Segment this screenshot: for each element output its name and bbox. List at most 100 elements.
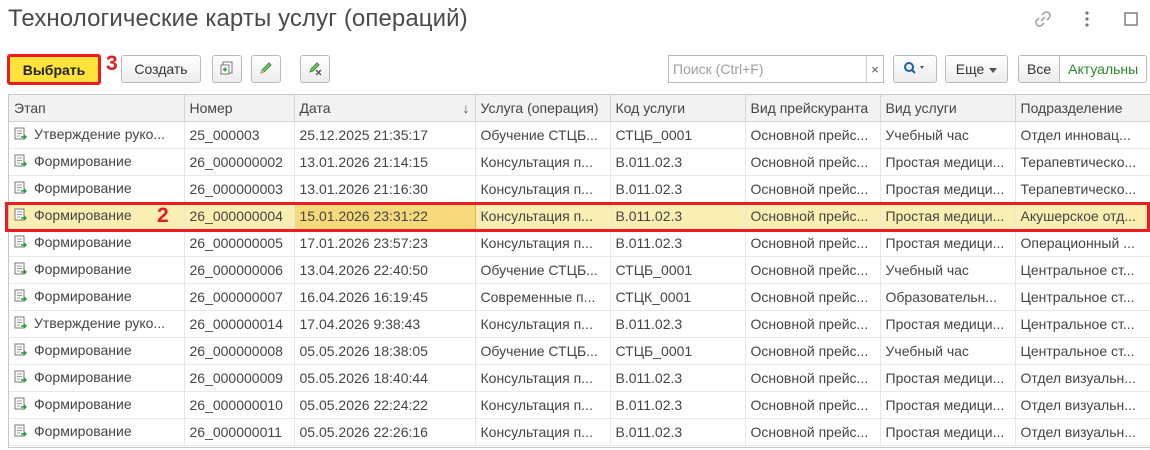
table-cell[interactable]: 26_000000007	[184, 283, 295, 311]
table-cell[interactable]: Обучение СТЦБ...	[475, 256, 611, 284]
table-cell[interactable]: Формирование	[9, 283, 185, 311]
table-cell[interactable]: 26_000000014	[184, 310, 295, 338]
table-cell[interactable]: Центральное ст...	[1015, 337, 1150, 365]
table-cell[interactable]: Образовательн...	[880, 283, 1016, 311]
add-copy-button[interactable]	[212, 55, 242, 83]
table-cell[interactable]: Формирование	[9, 175, 185, 203]
table-cell[interactable]: Консультация п...	[475, 391, 611, 419]
link-icon[interactable]	[1032, 8, 1054, 30]
table-cell[interactable]: Основной прейс...	[745, 148, 881, 176]
table-cell[interactable]: Основной прейс...	[745, 121, 881, 149]
table-row[interactable]: Формирование 26_000000010 05.05.2026 22:24…	[9, 391, 1150, 419]
table-cell[interactable]: Терапевтическо...	[1015, 148, 1150, 176]
search-input[interactable]	[669, 56, 866, 82]
table-row[interactable]: Утверждение руко... 25_000003 25.12.2025 2…	[9, 121, 1150, 149]
column-header[interactable]: Подразделение	[1015, 95, 1150, 122]
table-cell[interactable]: 25_000003	[184, 121, 295, 149]
table-cell[interactable]: Простая медици...	[880, 202, 1016, 230]
table-cell[interactable]: Консультация п...	[475, 310, 611, 338]
table-cell[interactable]: Формирование	[9, 148, 185, 176]
table-cell[interactable]: СТЦК_0001	[610, 283, 746, 311]
clear-search-icon[interactable]: ×	[866, 56, 883, 82]
table-cell[interactable]: 26_000000011	[184, 418, 295, 446]
table-cell[interactable]: Основной прейс...	[745, 256, 881, 284]
table-cell[interactable]: Формирование	[9, 391, 185, 419]
table-cell[interactable]: СТЦБ_0001	[610, 256, 746, 284]
table-cell[interactable]: Отдел визуальн...	[1015, 418, 1150, 446]
table-cell[interactable]: Акушерское отд...	[1015, 202, 1150, 230]
table-cell[interactable]: В.011.02.3	[610, 364, 746, 392]
table-cell[interactable]: Простая медици...	[880, 364, 1016, 392]
table-cell[interactable]: В.011.02.3	[610, 418, 746, 446]
table-cell[interactable]: Простая медици...	[880, 148, 1016, 176]
column-header[interactable]: Этап	[9, 95, 185, 122]
table-cell[interactable]: Формирование	[9, 418, 185, 446]
search-field[interactable]: ×	[668, 55, 884, 83]
table-cell[interactable]: Центральное ст...	[1015, 310, 1150, 338]
table-cell[interactable]: Основной прейс...	[745, 391, 881, 419]
table-cell[interactable]: Консультация п...	[475, 175, 611, 203]
table-cell[interactable]: Формирование	[9, 229, 185, 257]
table-cell[interactable]: Простая медици...	[880, 418, 1016, 446]
table-cell[interactable]: 17.01.2026 23:57:23	[294, 229, 476, 257]
column-header[interactable]: Услуга (операция)	[475, 95, 611, 122]
table-cell[interactable]: Формирование	[9, 364, 185, 392]
table-cell[interactable]: Консультация п...	[475, 202, 611, 230]
table-row[interactable]: Формирование 26_000000006 13.04.2026 22:40…	[9, 256, 1150, 284]
table-cell[interactable]: 05.05.2026 18:40:44	[294, 364, 476, 392]
table-cell[interactable]: Утверждение руко...	[9, 310, 185, 338]
table-cell[interactable]: Отдел инновац...	[1015, 121, 1150, 149]
table-cell[interactable]: 26_000000003	[184, 175, 295, 203]
edit-button[interactable]	[251, 55, 281, 83]
table-cell[interactable]: Терапевтическо...	[1015, 175, 1150, 203]
table-cell[interactable]: Основной прейс...	[745, 310, 881, 338]
table-cell[interactable]: Отдел визуальн...	[1015, 364, 1150, 392]
table-row[interactable]: Формирование 26_000000009 05.05.2026 18:40…	[9, 364, 1150, 392]
table-cell[interactable]: Формирование	[9, 256, 185, 284]
table-cell[interactable]: Центральное ст...	[1015, 283, 1150, 311]
table-row[interactable]: Формирование 26_000000008 05.05.2026 18:38…	[9, 337, 1150, 365]
create-button[interactable]: Создать	[121, 55, 201, 83]
table-cell[interactable]: 26_000000008	[184, 337, 295, 365]
table-cell[interactable]: В.011.02.3	[610, 391, 746, 419]
table-cell[interactable]: В.011.02.3	[610, 148, 746, 176]
table-cell[interactable]: Основной прейс...	[745, 229, 881, 257]
table-cell[interactable]: Учебный час	[880, 337, 1016, 365]
table-row[interactable]: Формирование 26_000000004 15.01.2026 23:31…	[9, 202, 1150, 230]
table-cell[interactable]: Учебный час	[880, 121, 1016, 149]
table-cell[interactable]: В.011.02.3	[610, 175, 746, 203]
table-cell[interactable]: Обучение СТЦБ...	[475, 337, 611, 365]
column-header[interactable]: Код услуги	[610, 95, 746, 122]
more-vertical-icon[interactable]	[1076, 8, 1098, 30]
column-header-date[interactable]: Дата ↓	[294, 95, 476, 122]
table-row[interactable]: Формирование 26_000000005 17.01.2026 23:57…	[9, 229, 1150, 257]
table-cell[interactable]: 13.04.2026 22:40:50	[294, 256, 476, 284]
table-cell[interactable]: Современные п...	[475, 283, 611, 311]
table-cell[interactable]: Консультация п...	[475, 418, 611, 446]
table-cell[interactable]: 15.01.2026 23:31:22	[293, 202, 476, 230]
table-cell[interactable]: 13.01.2026 21:14:15	[294, 148, 476, 176]
table-cell[interactable]: Основной прейс...	[745, 337, 881, 365]
table-cell[interactable]: 26_000000006	[184, 256, 295, 284]
table-cell[interactable]: Формирование	[9, 337, 185, 365]
table-row[interactable]: Формирование 26_000000003 13.01.2026 21:16…	[9, 175, 1150, 203]
table-row[interactable]: Формирование 26_000000011 05.05.2026 22:26…	[9, 418, 1150, 446]
table-cell[interactable]: Основной прейс...	[745, 283, 881, 311]
table-cell[interactable]: Простая медици...	[880, 391, 1016, 419]
column-header[interactable]: Вид услуги	[880, 95, 1016, 122]
table-cell[interactable]: 26_000000005	[184, 229, 295, 257]
table-cell[interactable]: 05.05.2026 22:26:16	[294, 418, 476, 446]
table-cell[interactable]: Простая медици...	[880, 310, 1016, 338]
filter-actual[interactable]: Актуальны	[1059, 56, 1147, 82]
table-cell[interactable]: Основной прейс...	[745, 175, 881, 203]
table-cell[interactable]: В.011.02.3	[610, 310, 746, 338]
table-row[interactable]: Формирование 26_000000002 13.01.2026 21:14…	[9, 148, 1150, 176]
maximize-icon[interactable]	[1120, 8, 1142, 30]
table-cell[interactable]: Консультация п...	[475, 364, 611, 392]
table-cell[interactable]: 17.04.2026 9:38:43	[294, 310, 476, 338]
column-header[interactable]: Вид прейскуранта	[745, 95, 881, 122]
table-cell[interactable]: Операционный ...	[1015, 229, 1150, 257]
search-options-button[interactable]	[893, 55, 937, 83]
table-cell[interactable]: Основной прейс...	[745, 418, 881, 446]
table-row[interactable]: Формирование 26_000000007 16.04.2026 16:19…	[9, 283, 1150, 311]
